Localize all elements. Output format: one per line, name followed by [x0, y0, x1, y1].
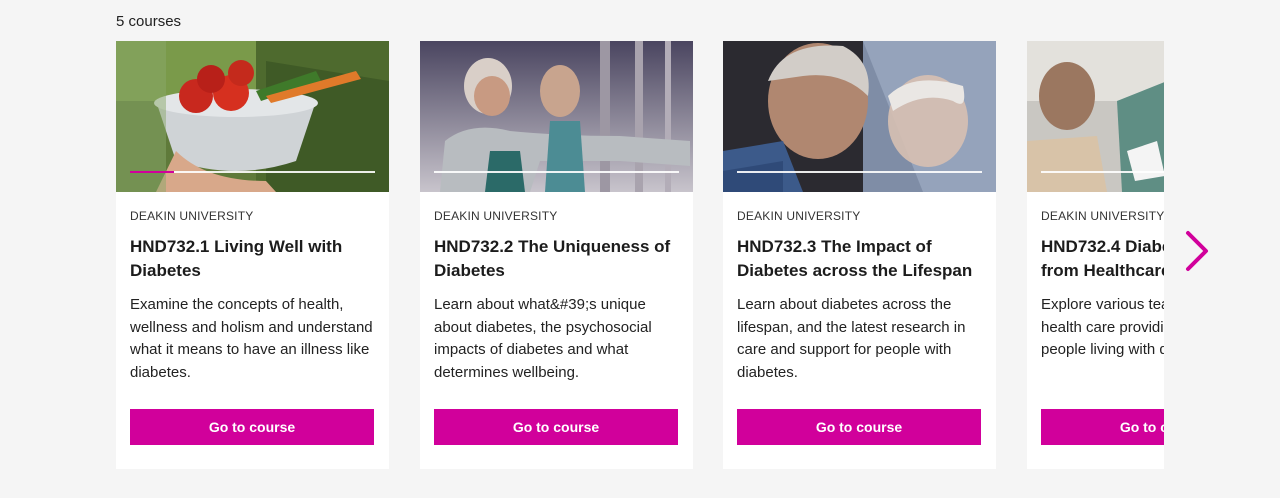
course-provider: DEAKIN UNIVERSITY	[737, 209, 861, 223]
course-title[interactable]: HND732.2 The Uniqueness of Diabetes	[434, 235, 684, 283]
exercise-class-image	[420, 41, 693, 192]
course-description: Learn about diabetes across the lifespan…	[737, 296, 966, 381]
course-description: Learn about what&#39;s unique about diab…	[434, 296, 652, 381]
course-card[interactable]: DEAKIN UNIVERSITY HND732.4 Diabetes Supp…	[1027, 41, 1164, 469]
carousel-next-button[interactable]	[1178, 228, 1218, 274]
slide-progress-bar	[434, 171, 679, 173]
course-card[interactable]: DEAKIN UNIVERSITY HND732.3 The Impact of…	[723, 41, 996, 469]
course-provider: DEAKIN UNIVERSITY	[1041, 209, 1164, 223]
course-carousel: DEAKIN UNIVERSITY HND732.1 Living Well w…	[116, 41, 1164, 471]
course-provider: DEAKIN UNIVERSITY	[434, 209, 558, 223]
chevron-right-icon	[1186, 231, 1208, 271]
go-to-course-button[interactable]: Go to course	[434, 409, 678, 445]
course-description: Examine the concepts of health, wellness…	[130, 296, 373, 381]
slide-progress-fill	[130, 171, 175, 173]
slide-progress-bar	[737, 171, 982, 173]
vegetable-bowl-image	[116, 41, 389, 192]
course-title[interactable]: HND732.4 Diabetes Support from Healthcar…	[1041, 235, 1164, 283]
course-card[interactable]: DEAKIN UNIVERSITY HND732.1 Living Well w…	[116, 41, 389, 469]
healthcare-consult-image	[1027, 41, 1164, 192]
slide-progress-bar	[1041, 171, 1164, 173]
course-description: Explore various team members in health c…	[1041, 296, 1164, 358]
course-provider: DEAKIN UNIVERSITY	[130, 209, 254, 223]
go-to-course-button[interactable]: Go to course	[130, 409, 374, 445]
go-to-course-button[interactable]: Go to course	[1041, 409, 1164, 445]
course-count: 5 courses	[116, 13, 182, 30]
older-man-image	[723, 41, 996, 192]
course-card[interactable]: DEAKIN UNIVERSITY HND732.2 The Uniquenes…	[420, 41, 693, 469]
course-title[interactable]: HND732.3 The Impact of Diabetes across t…	[737, 235, 987, 283]
go-to-course-button[interactable]: Go to course	[737, 409, 981, 445]
course-title[interactable]: HND732.1 Living Well with Diabetes	[130, 235, 380, 283]
slide-progress-bar	[130, 171, 375, 173]
